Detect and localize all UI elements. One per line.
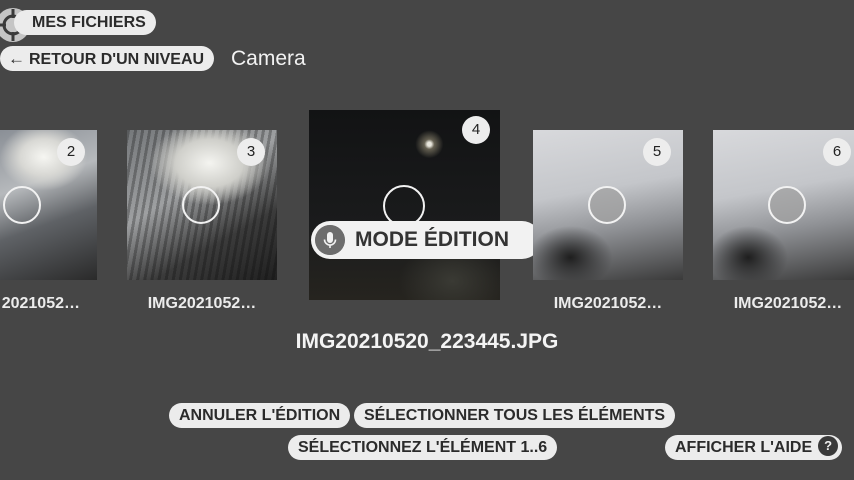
thumbnail-label-5: IMG2021052…	[553, 295, 663, 312]
edit-mode-label: MODE ÉDITION	[355, 228, 510, 251]
my-files-label: MES FICHIERS	[32, 14, 146, 31]
cancel-edit-label: ANNULER L'ÉDITION	[179, 407, 341, 424]
thumbnail-item-4[interactable]: 4	[309, 110, 500, 300]
select-item-label: SÉLECTIONNEZ L'ÉLÉMENT 1..6	[298, 439, 548, 456]
thumbnail-label-2: 2021052…	[1, 295, 80, 312]
thumbnail-item-5[interactable]: 5	[533, 130, 683, 280]
selection-circle[interactable]	[588, 186, 626, 224]
edit-mode-indicator: MODE ÉDITION	[311, 221, 541, 259]
item-number-badge: 5	[643, 138, 671, 166]
select-item-button[interactable]: SÉLECTIONNEZ L'ÉLÉMENT 1..6	[288, 435, 558, 460]
microphone-icon	[315, 225, 345, 255]
select-all-button[interactable]: SÉLECTIONNER TOUS LES ÉLÉMENTS	[354, 403, 676, 428]
selection-circle[interactable]	[768, 186, 806, 224]
thumbnail-label-3: IMG2021052…	[147, 295, 257, 312]
help-icon: ?	[818, 436, 839, 457]
selected-filename: IMG20210520_223445.JPG	[295, 330, 559, 353]
select-all-label: SÉLECTIONNER TOUS LES ÉLÉMENTS	[364, 407, 666, 424]
show-help-button[interactable]: AFFICHER L'AIDE?	[665, 435, 843, 460]
item-number-badge: 2	[57, 138, 85, 166]
arrow-left-icon: ←	[8, 49, 25, 68]
item-number-badge: 3	[237, 138, 265, 166]
my-files-button[interactable]: MES FICHIERS	[14, 10, 156, 35]
thumbnail-label-6: IMG2021052…	[733, 295, 843, 312]
show-help-label: AFFICHER L'AIDE	[675, 439, 813, 456]
file-browser-screen: MES FICHIERS ← RETOUR D'UN NIVEAU Camera …	[0, 0, 854, 480]
thumbnail-item-6[interactable]: 6	[713, 130, 854, 280]
selection-circle[interactable]	[3, 186, 41, 224]
thumbnail-item-3[interactable]: 3	[127, 130, 277, 280]
item-number-badge: 6	[823, 138, 851, 166]
back-button[interactable]: ← RETOUR D'UN NIVEAU	[0, 46, 215, 71]
selection-circle[interactable]	[182, 186, 220, 224]
folder-title: Camera	[231, 47, 306, 70]
item-number-badge: 4	[462, 116, 490, 144]
thumbnail-item-2[interactable]: 2	[0, 130, 97, 280]
back-label: RETOUR D'UN NIVEAU	[29, 51, 205, 68]
cancel-edit-button[interactable]: ANNULER L'ÉDITION	[169, 403, 351, 428]
